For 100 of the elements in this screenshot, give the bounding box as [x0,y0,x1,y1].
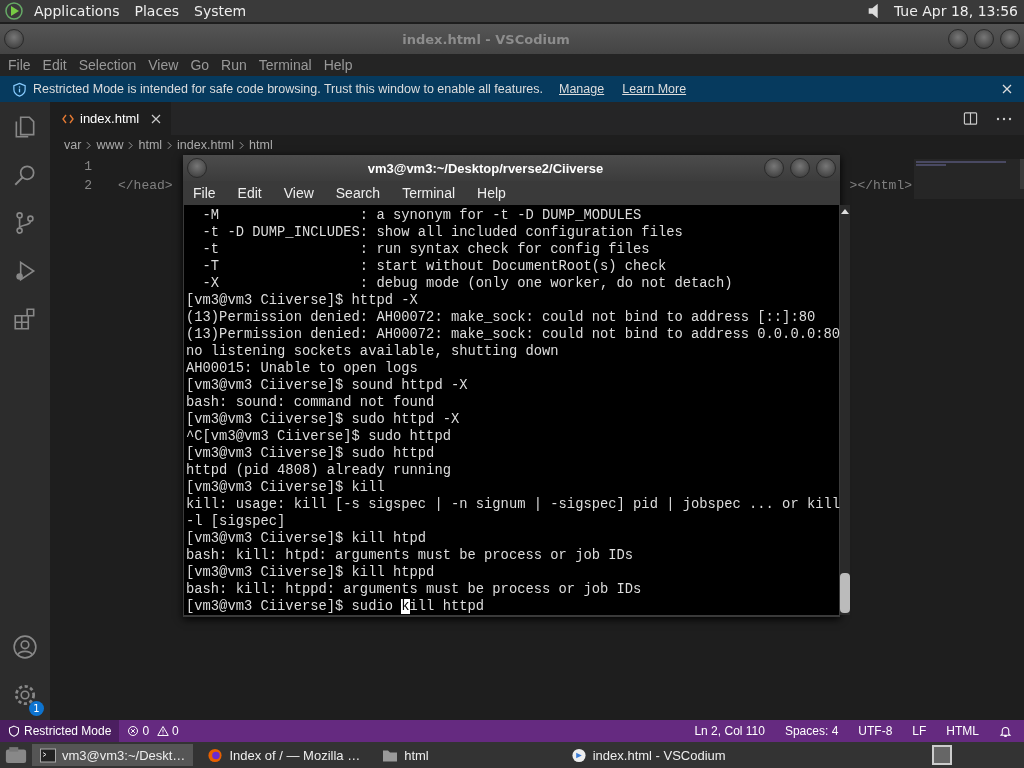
notification-link[interactable]: Learn More [622,82,687,96]
status-item[interactable]: Ln 2, Col 110 [694,724,765,738]
terminal-line: -t : run syntax check for config files [201,241,651,258]
terminal-line: -T : start without DocumentRoot(s) check [201,258,668,275]
status-item[interactable]: LF [912,724,927,738]
breadcrumb[interactable]: html [249,138,273,152]
terminal-line: -l [sigspec] [186,513,287,530]
terminal-line: (13)Permission denied: AH00072: make_sock: could not bind to address [::]:80 [186,309,817,326]
close-icon[interactable] [151,113,162,124]
window-menu-button[interactable] [4,29,24,49]
close-button[interactable] [1000,29,1020,49]
breadcrumb[interactable]: var [64,138,82,152]
menu-item[interactable]: File [193,185,216,201]
terminal-line: AH00015: Unable to open logs [186,360,419,377]
scrollbar[interactable] [840,205,851,615]
taskbar-button[interactable]: vm3@vm3:~/Deskt… [32,744,194,766]
terminal-line: -M : a synonym for -t -D DUMP_MODULES [201,207,643,224]
terminal-line: [vm3@vm3 Ciiverse]$ httpd -X [186,292,419,309]
panel-menu[interactable]: Places [134,3,180,19]
terminal-line: [vm3@vm3 Ciiverse]$ kill htppd [186,564,436,581]
maximize-button[interactable] [790,158,810,178]
terminal-line: [vm3@vm3 Ciiverse]$ kill htpd [186,530,428,547]
terminal-icon [40,747,56,763]
maximize-button[interactable] [974,29,994,49]
clock[interactable]: Tue Apr 18, 13:56 [893,3,1018,19]
close-button[interactable] [816,158,836,178]
line-number: 1 [83,159,92,174]
terminal-line: (13)Permission denied: AH00072: make_sock: could not bind to address 0.0.0.0:80 [186,326,841,343]
menu-item[interactable]: File [8,57,31,73]
code-text: ></html> [849,178,912,193]
menu-item[interactable]: Terminal [402,185,456,201]
play-logo-icon[interactable] [4,1,24,21]
line-number: 2 [83,178,92,193]
window-title: vm3@vm3:~/Desktop/rverse2/Ciiverse [366,160,605,176]
terminal-line: bash: sound: command not found [186,394,436,411]
notification-message: Restricted Mode is intended for safe code browsing. Trust this window to enable all features. [33,82,543,96]
breadcrumb[interactable]: index.html [177,138,235,152]
account-icon[interactable] [12,634,38,660]
chevron-icon [167,140,173,150]
terminal-line: ^C[vm3@vm3 Ciiverse]$ sudo httpd [186,428,452,445]
more-actions-icon[interactable] [996,116,1012,121]
menu-item[interactable]: Help [477,185,506,201]
window-menu-button[interactable] [187,158,207,178]
terminal-line: [vm3@vm3 Ciiverse]$ sound httpd -X [186,377,469,394]
terminal-input[interactable]: [vm3@vm3 Ciiverse]$ sudio kill httpd [186,598,841,615]
terminal-line: bash: kill: htppd: arguments must be process or job IDs [186,581,643,598]
scroll-thumb[interactable] [840,573,851,613]
status-item[interactable]: Spaces: 4 [784,724,839,738]
editor-tab[interactable]: index.html [50,102,172,135]
menu-item[interactable]: Search [335,185,381,201]
panel-menu[interactable]: Applications [34,3,120,19]
breadcrumb[interactable]: html [138,138,163,152]
terminal-line: no listening sockets available, shutting down [186,343,560,360]
taskbar-button[interactable]: Index of / — Mozilla … [199,744,369,766]
close-icon[interactable] [1002,84,1012,94]
menu-item[interactable]: View [148,57,179,73]
window-title: index.html - VSCodium [401,31,571,47]
error-count[interactable]: 0 [142,724,150,738]
chevron-icon [128,140,134,150]
app-icon [570,747,587,763]
chevron-icon [86,140,92,150]
menu-item[interactable]: Go [190,57,210,73]
breadcrumb[interactable]: www [96,138,124,152]
bell-icon[interactable] [999,724,1012,738]
menu-item[interactable]: Edit [237,185,262,201]
taskbar-button[interactable]: index.html - VSCodium [562,744,734,766]
restricted-mode-button[interactable]: Restricted Mode [0,720,120,742]
shield-icon [12,81,27,97]
terminal-line: kill: usage: kill [-s sigspec | -n signum | -sigspec] pid | jobspec ... or kill [186,496,841,513]
scroll-up-icon[interactable] [841,209,850,214]
shield-icon [8,725,20,737]
taskbar-button[interactable]: html [374,744,437,766]
terminal-line: bash: kill: htpd: arguments must be process or job IDs [186,547,635,564]
code-text: </head> [118,178,173,193]
status-item[interactable]: HTML [946,724,979,738]
warning-count[interactable]: 0 [172,724,179,738]
terminal-line: [vm3@vm3 Ciiverse]$ sudo httpd [186,445,436,462]
minimize-button[interactable] [764,158,784,178]
terminal-line: [vm3@vm3 Ciiverse]$ kill [186,479,386,496]
chevron-icon [239,140,245,150]
menu-item[interactable]: Help [323,57,353,73]
workspace-switcher[interactable] [932,745,952,765]
browser-icon [207,747,224,763]
panel-menu[interactable]: System [194,3,247,19]
menu-item[interactable]: View [283,185,314,201]
minimize-button[interactable] [948,29,968,49]
menu-item[interactable]: Selection [78,57,137,73]
notification-badge: 1 [29,701,44,716]
status-item[interactable]: UTF-8 [858,724,893,738]
show-desktop-icon[interactable] [4,746,28,764]
terminal-line: httpd (pid 4808) already running [186,462,452,479]
notification-link[interactable]: Manage [559,82,605,96]
split-editor-icon[interactable] [963,111,978,126]
menu-item[interactable]: Run [221,57,247,73]
error-icon[interactable] [127,725,140,737]
warning-icon[interactable] [157,725,170,737]
terminal-line: -X : debug mode (only one worker, do not detach) [201,275,734,292]
menu-item[interactable]: Edit [42,57,67,73]
terminal-line: -t -D DUMP_INCLUDES: show all included configuration files [201,224,684,241]
menu-item[interactable]: Terminal [258,57,312,73]
